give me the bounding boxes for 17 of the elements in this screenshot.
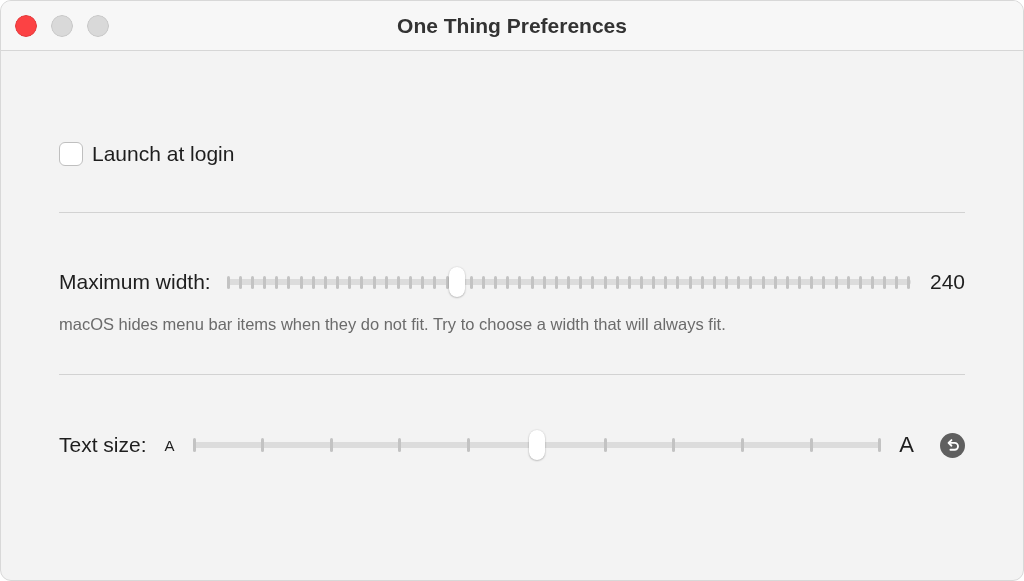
small-letter-label: A (164, 436, 175, 454)
window-title: One Thing Preferences (397, 13, 627, 37)
hint-text: macOS hides menu bar items when they do not fit. Try to choose a width that will always fit. (59, 315, 727, 334)
circle-icon[interactable] (51, 14, 73, 37)
slider-track[interactable] (226, 267, 911, 297)
slider-value: 240 (929, 270, 965, 294)
large-letter-label: A (899, 432, 914, 458)
checkbox-label: Launch at login (92, 142, 235, 166)
slider-label: Maximum width: (59, 270, 211, 294)
slider-label: Text size: (59, 433, 147, 457)
reset-icon[interactable] (940, 432, 965, 458)
close-icon[interactable] (15, 14, 37, 37)
circle-icon[interactable] (87, 14, 109, 37)
slider-thumb[interactable] (449, 267, 466, 297)
checkbox[interactable] (59, 142, 83, 166)
slider-track[interactable] (192, 430, 882, 460)
slider-thumb[interactable] (528, 430, 545, 460)
